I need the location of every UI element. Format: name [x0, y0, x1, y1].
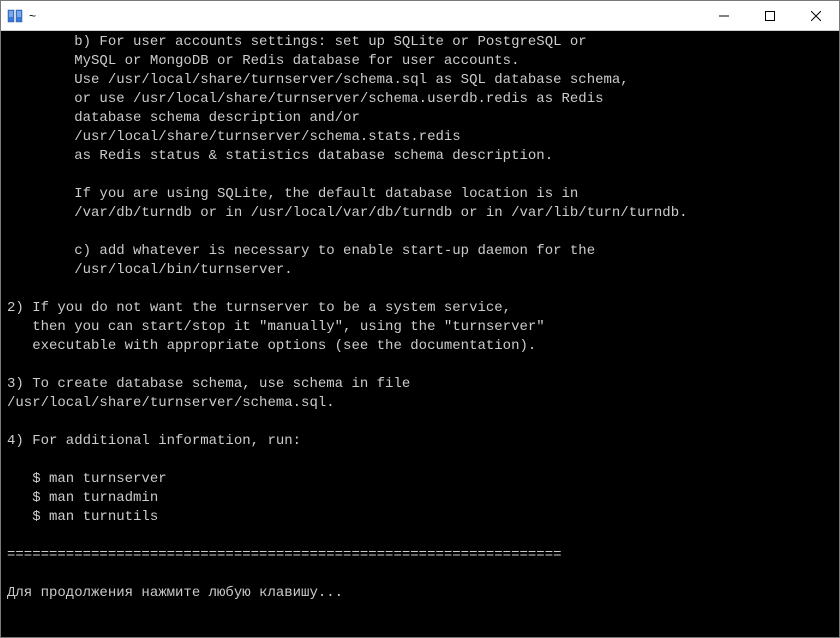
terminal-line: 2) If you do not want the turnserver to …: [7, 299, 833, 318]
terminal-line: /usr/local/bin/turnserver.: [7, 261, 833, 280]
terminal-line: [7, 280, 833, 299]
terminal-line: then you can start/stop it "manually", u…: [7, 318, 833, 337]
terminal-line: MySQL or MongoDB or Redis database for u…: [7, 52, 833, 71]
terminal-line: [7, 166, 833, 185]
terminal-line: executable with appropriate options (see…: [7, 337, 833, 356]
terminal-line: [7, 223, 833, 242]
terminal-output[interactable]: b) For user accounts settings: set up SQ…: [1, 31, 839, 637]
terminal-line: b) For user accounts settings: set up SQ…: [7, 33, 833, 52]
terminal-line: $ man turnserver: [7, 470, 833, 489]
terminal-line: $ man turnutils: [7, 508, 833, 527]
terminal-line: c) add whatever is necessary to enable s…: [7, 242, 833, 261]
terminal-line: as Redis status & statistics database sc…: [7, 147, 833, 166]
terminal-line: $ man turnadmin: [7, 489, 833, 508]
window-title: ~: [29, 9, 701, 23]
terminal-line: /usr/local/share/turnserver/schema.sql.: [7, 394, 833, 413]
window-controls: [701, 1, 839, 30]
terminal-line: [7, 356, 833, 375]
terminal-line: [7, 451, 833, 470]
terminal-line: 3) To create database schema, use schema…: [7, 375, 833, 394]
terminal-line: /usr/local/share/turnserver/schema.stats…: [7, 128, 833, 147]
terminal-line: ========================================…: [7, 546, 833, 565]
maximize-button[interactable]: [747, 1, 793, 30]
terminal-line: If you are using SQLite, the default dat…: [7, 185, 833, 204]
terminal-line: Use /usr/local/share/turnserver/schema.s…: [7, 71, 833, 90]
terminal-line: /var/db/turndb or in /usr/local/var/db/t…: [7, 204, 833, 223]
terminal-line: [7, 527, 833, 546]
terminal-line: or use /usr/local/share/turnserver/schem…: [7, 90, 833, 109]
terminal-line: [7, 413, 833, 432]
terminal-line: Для продолжения нажмите любую клавишу...: [7, 584, 833, 603]
terminal-line: database schema description and/or: [7, 109, 833, 128]
close-button[interactable]: [793, 1, 839, 30]
window-titlebar: ~: [1, 1, 839, 31]
terminal-line: [7, 565, 833, 584]
terminal-line: 4) For additional information, run:: [7, 432, 833, 451]
app-icon: [7, 8, 23, 24]
minimize-button[interactable]: [701, 1, 747, 30]
